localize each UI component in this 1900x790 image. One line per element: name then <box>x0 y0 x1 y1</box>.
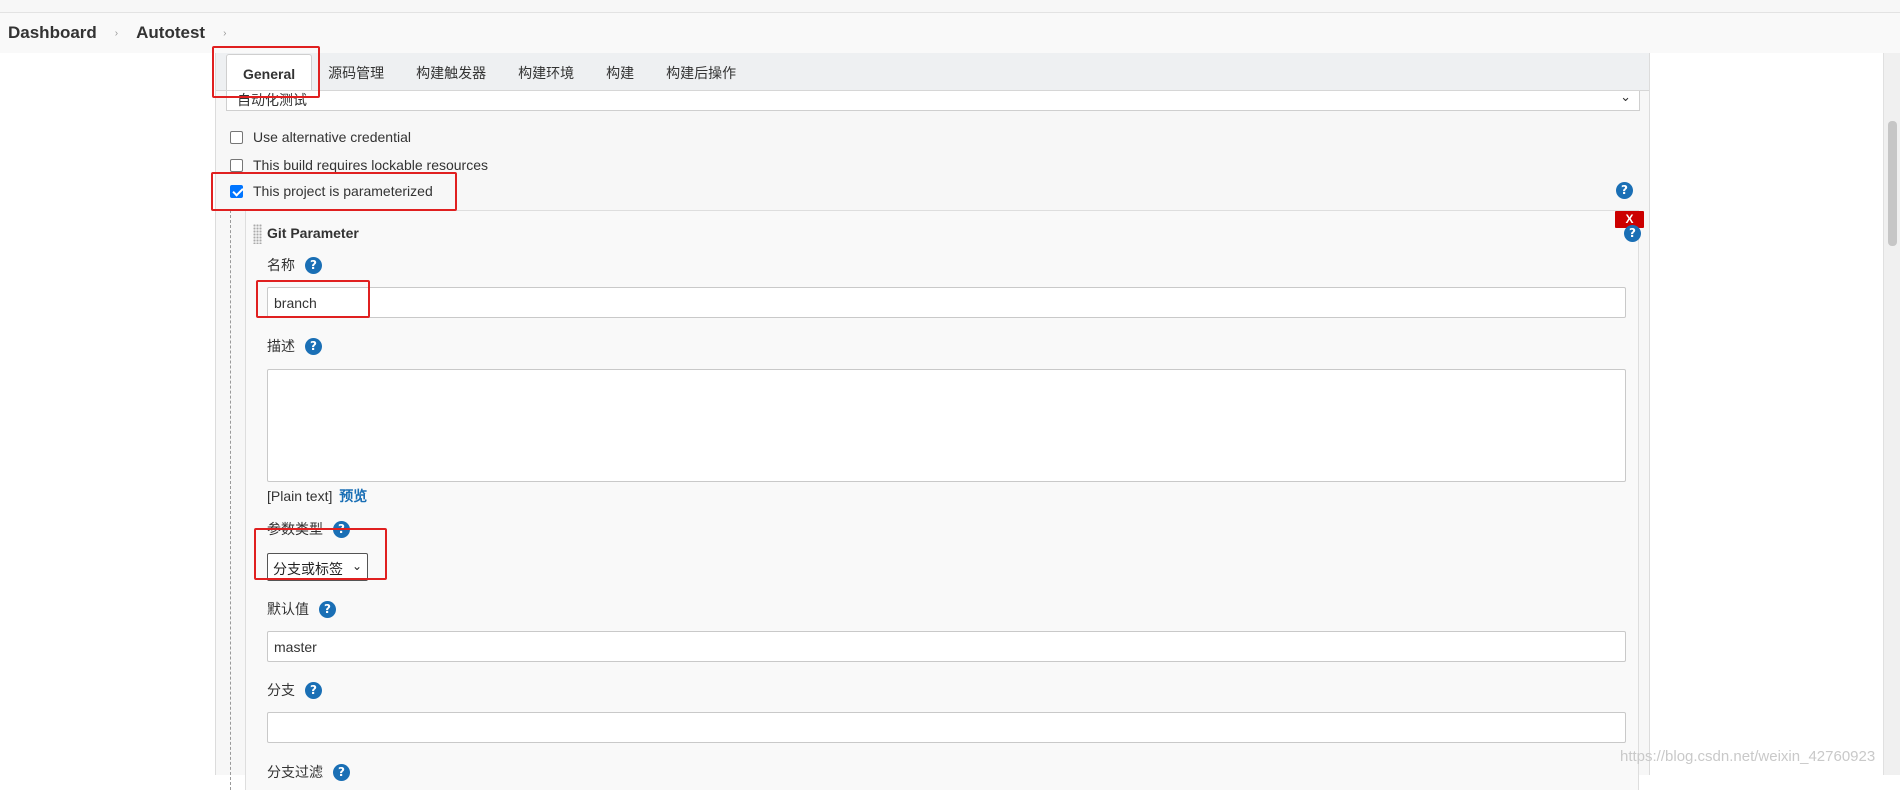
name-field-label: 名称 ? <box>267 255 322 275</box>
tab-build[interactable]: 构建 <box>590 56 650 90</box>
branch-input[interactable] <box>267 712 1626 743</box>
help-icon[interactable]: ? <box>305 337 322 355</box>
watermark: https://blog.csdn.net/weixin_42760923 <box>1620 748 1876 765</box>
browser-bookmark-strip <box>0 0 1900 13</box>
breadcrumb: Dashboard › Autotest › <box>0 13 1900 53</box>
text-format-line: [Plain text] 预览 <box>267 486 367 506</box>
option-lockable-resources[interactable]: This build requires lockable resources <box>230 157 488 173</box>
help-icon[interactable]: ? <box>305 681 322 699</box>
help-icon[interactable]: ? <box>1624 225 1641 242</box>
help-icon[interactable]: ? <box>333 520 350 538</box>
parameterized-checkbox[interactable] <box>230 184 243 198</box>
plain-text-indicator: [Plain text] <box>267 488 333 504</box>
job-config-panel: 自动化测试 ⌄ General 源码管理 构建触发器 构建环境 构建 构建后操作… <box>215 53 1650 790</box>
parameterized-label: This project is parameterized <box>253 183 433 199</box>
lockable-resources-checkbox[interactable] <box>230 158 243 172</box>
page-scrollbar[interactable] <box>1883 53 1900 775</box>
option-alt-credential[interactable]: Use alternative credential <box>230 129 411 145</box>
scrollbar-thumb[interactable] <box>1888 121 1897 246</box>
param-type-value: 分支或标签 <box>273 561 343 577</box>
config-tabbar: General 源码管理 构建触发器 构建环境 构建 构建后操作 <box>216 53 1649 91</box>
tab-build-environment[interactable]: 构建环境 <box>502 56 590 90</box>
default-value-input[interactable]: master <box>267 631 1626 662</box>
description-label-text: 描述 <box>267 338 295 354</box>
param-type-label-text: 参数类型 <box>267 521 323 537</box>
help-icon[interactable]: ? <box>333 763 350 781</box>
breadcrumb-dashboard[interactable]: Dashboard <box>8 23 97 43</box>
breadcrumb-autotest[interactable]: Autotest <box>136 23 205 43</box>
chevron-down-icon: ⌄ <box>351 559 362 573</box>
tab-source-code-management[interactable]: 源码管理 <box>312 56 400 90</box>
lockable-resources-label: This build requires lockable resources <box>253 157 488 173</box>
branch-filter-field-label: 分支过滤 ? <box>267 762 350 782</box>
param-type-select[interactable]: 分支或标签 ⌄ <box>267 553 368 581</box>
name-input[interactable]: branch <box>267 287 1626 318</box>
description-textarea[interactable] <box>267 369 1626 482</box>
drag-handle-icon[interactable] <box>253 224 262 244</box>
option-parameterized[interactable]: This project is parameterized <box>230 183 433 199</box>
tab-build-triggers[interactable]: 构建触发器 <box>400 56 502 90</box>
alt-credential-checkbox[interactable] <box>230 130 243 144</box>
help-icon[interactable]: ? <box>1616 182 1633 199</box>
tab-post-build-actions[interactable]: 构建后操作 <box>650 56 752 90</box>
default-value-label-text: 默认值 <box>267 601 309 617</box>
branch-field-label: 分支 ? <box>267 680 322 700</box>
breadcrumb-separator-icon: › <box>114 27 119 39</box>
help-icon[interactable]: ? <box>305 256 322 274</box>
name-label-text: 名称 <box>267 257 295 273</box>
description-field-label: 描述 ? <box>267 336 322 356</box>
branch-filter-label-text: 分支过滤 <box>267 764 323 780</box>
breadcrumb-separator-icon[interactable]: › <box>223 28 226 39</box>
parameter-list: Git Parameter X ? 名称 ? branch 描述 ? [Plai… <box>230 210 1650 790</box>
param-type-field-label: 参数类型 ? <box>267 519 350 539</box>
preview-link[interactable]: 预览 <box>339 488 367 504</box>
default-value-field-label: 默认值 ? <box>267 599 336 619</box>
help-icon[interactable]: ? <box>319 600 336 618</box>
tab-general[interactable]: General <box>226 54 313 90</box>
branch-label-text: 分支 <box>267 682 295 698</box>
git-parameter-title: Git Parameter <box>267 225 359 241</box>
chevron-down-icon: ⌄ <box>1620 89 1631 104</box>
alt-credential-label: Use alternative credential <box>253 129 411 145</box>
top-select-value: 自动化测试 <box>237 92 307 108</box>
git-parameter-card: Git Parameter X ? 名称 ? branch 描述 ? [Plai… <box>245 210 1644 790</box>
